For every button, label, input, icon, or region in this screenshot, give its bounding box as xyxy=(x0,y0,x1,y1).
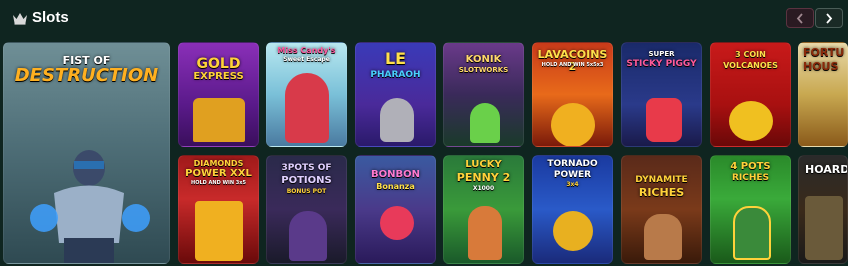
game-artwork xyxy=(551,103,595,146)
next-button[interactable] xyxy=(815,8,843,28)
game-tile-gold-express[interactable]: GOLD EXPRESS xyxy=(178,42,259,147)
game-title-line1: 3 COIN xyxy=(735,50,766,59)
game-artwork xyxy=(380,98,414,142)
game-artwork xyxy=(729,101,773,141)
game-title-line1: 4 POTS xyxy=(730,161,771,172)
chevron-left-icon xyxy=(796,13,803,24)
section-header: Slots xyxy=(0,0,848,38)
game-title-line1: LE xyxy=(384,49,407,68)
game-title-line1: 3POTS OF xyxy=(281,163,332,173)
game-tile-dynamite-riches[interactable]: DYNAMITE RICHES xyxy=(621,155,702,264)
game-artwork xyxy=(553,211,593,251)
game-title-line2: POTIONS xyxy=(281,175,332,186)
prev-button[interactable] xyxy=(786,8,814,28)
game-title-line1: Miss Candy's xyxy=(277,46,336,55)
game-title-line2: POWER XXL xyxy=(185,168,252,179)
game-title-line2: PHARAOH xyxy=(370,70,421,80)
chevron-right-icon xyxy=(826,13,833,24)
section-title: Slots xyxy=(32,9,69,26)
game-tile-bonbon-bonanza[interactable]: BONBON Bonanza xyxy=(355,155,436,264)
game-tile-lucky-penny-2[interactable]: LUCKY PENNY 2 X1000 xyxy=(443,155,524,264)
game-title-line1: FORTU xyxy=(803,46,845,59)
game-title-line2: Sweet Escape xyxy=(283,56,330,63)
game-title-line1: GOLD xyxy=(196,56,241,72)
game-artwork xyxy=(644,214,682,260)
game-artwork xyxy=(805,196,843,260)
game-artwork xyxy=(285,73,329,143)
game-artwork xyxy=(470,103,500,143)
game-tile-le-pharaoh[interactable]: LE PHARAOH xyxy=(355,42,436,147)
game-title-line1: HOARD xyxy=(805,163,848,176)
game-title-line2: VOLCANOES xyxy=(723,61,778,70)
game-artwork xyxy=(646,98,682,142)
game-title-line2: SLOTWORKS xyxy=(458,66,509,74)
game-title-line3: BONUS POT xyxy=(286,188,327,195)
game-title-line2: EXPRESS xyxy=(193,71,244,82)
game-tile-3-coin-volcanoes[interactable]: 3 COIN VOLCANOES xyxy=(710,42,791,147)
game-title-line3: X1000 xyxy=(472,185,495,192)
game-tile-3-pots-of-potions[interactable]: 3POTS OF POTIONS BONUS POT xyxy=(266,155,347,264)
crown-icon xyxy=(13,13,27,25)
game-tile-konik[interactable]: KONIK SLOTWORKS xyxy=(443,42,524,147)
game-tile-hoard[interactable]: HOARD xyxy=(798,155,848,264)
game-title-line1: LUCKY xyxy=(465,159,502,170)
game-artwork xyxy=(289,211,327,261)
game-title-line1: BONBON xyxy=(371,169,420,180)
featured-artwork xyxy=(24,123,154,263)
game-tile-fortune-house[interactable]: FORTU HOUS xyxy=(798,42,848,147)
game-tile-featured[interactable]: FIST OF DESTRUCTION xyxy=(3,42,170,264)
game-artwork xyxy=(380,206,414,240)
game-tile-tornado-power[interactable]: TORNADO POWER 3x4 xyxy=(532,155,613,264)
game-title-line3: HOLD AND WIN 3x5 xyxy=(191,180,246,186)
game-title-line2: HOUS xyxy=(803,60,839,73)
game-tile-diamonds-power-xxl[interactable]: DIAMONDS POWER XXL HOLD AND WIN 3x5 xyxy=(178,155,259,264)
game-title-line2: STICKY PIGGY xyxy=(626,59,697,69)
game-tile-4-pots-riches[interactable]: 4 POTS RICHES xyxy=(710,155,791,264)
game-tile-super-sticky-piggy[interactable]: SUPER STICKY PIGGY xyxy=(621,42,702,147)
game-title-line3: 3x4 xyxy=(566,181,579,188)
game-artwork xyxy=(193,98,245,142)
game-tile-lavacoins-2[interactable]: LAVACOINS 2 HOLD AND WIN 5x5x3 xyxy=(532,42,613,147)
game-artwork xyxy=(468,206,502,260)
game-title-line2: RICHES xyxy=(731,173,770,183)
game-title-line2: POWER xyxy=(553,170,592,180)
game-tile-miss-candy[interactable]: Miss Candy's Sweet Escape xyxy=(266,42,347,147)
game-title-line2: RICHES xyxy=(638,186,685,199)
game-title-line2: Bonanza xyxy=(376,182,415,191)
game-title-line1: SUPER xyxy=(648,50,675,58)
game-title-line1: KONIK xyxy=(465,54,502,65)
game-artwork xyxy=(733,206,771,260)
game-title-line1: DYNAMITE xyxy=(635,175,688,185)
game-title-line1: LAVACOINS 2 xyxy=(537,48,608,73)
game-title-line1: TORNADO xyxy=(547,159,598,169)
featured-title-line2: DESTRUCTION xyxy=(14,65,159,86)
game-artwork xyxy=(195,201,243,261)
game-title-line2: HOLD AND WIN 5x5x3 xyxy=(541,62,604,68)
game-title-line2: PENNY 2 xyxy=(456,171,511,184)
